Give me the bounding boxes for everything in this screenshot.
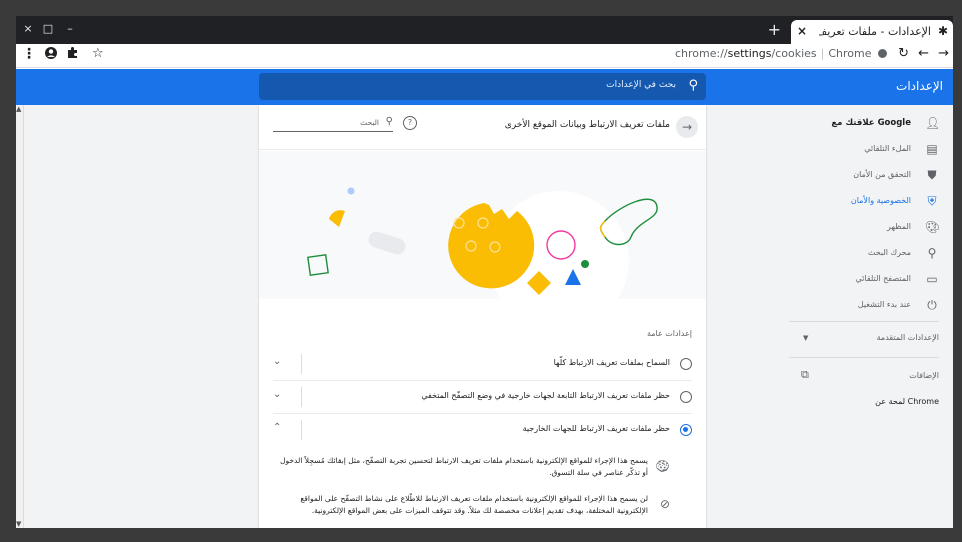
sidebar-item-autofill[interactable]: ▤ الملء التلقائي bbox=[793, 137, 953, 163]
palette-icon: 🎨︎ bbox=[925, 220, 941, 234]
sidebar: 👤︎ علاقتك مع Google ▤ الملء التلقائي ⛊ ا… bbox=[789, 105, 953, 528]
browser-window: × □ – + × الإعدادات - ملفات تعريف الارتب… bbox=[16, 16, 953, 528]
settings-header: ⚲ بحث في الإعدادات الإعدادات bbox=[16, 69, 953, 105]
back-icon[interactable]: ← bbox=[918, 46, 929, 61]
search-icon: ⚲ bbox=[927, 246, 937, 260]
search-icon: ⚲ bbox=[688, 78, 698, 93]
detail-text: يسمح هذا الإجراء للمواقع الإلكترونية باس… bbox=[280, 456, 648, 477]
screen-frame: × □ – + × الإعدادات - ملفات تعريف الارتب… bbox=[0, 0, 962, 542]
power-icon: ⏻ bbox=[927, 298, 937, 312]
forward-icon[interactable]: → bbox=[938, 46, 949, 61]
sidebar-item-google[interactable]: 👤︎ علاقتك مع Google bbox=[793, 111, 953, 137]
settings-search-input[interactable]: ⚲ بحث في الإعدادات bbox=[259, 73, 706, 100]
sidebar-divider bbox=[789, 321, 939, 322]
profile-icon[interactable] bbox=[44, 46, 58, 64]
chevron-down-icon[interactable]: ⌄ bbox=[273, 356, 281, 367]
sidebar-item-search-engine[interactable]: ⚲ محرك البحث bbox=[793, 241, 953, 267]
url-path: settings bbox=[727, 47, 772, 60]
option-label: حظر ملفات تعريف الارتباط للجهات الخارجية bbox=[522, 424, 670, 433]
radio-button[interactable] bbox=[680, 391, 692, 403]
option-allow-all[interactable]: السماح بملفات تعريف الارتباط كلّها ⌄ bbox=[259, 348, 706, 380]
extensions-icon[interactable] bbox=[66, 46, 79, 63]
tab-settings[interactable]: × الإعدادات - ملفات تعريف الارتباط ✱ bbox=[791, 20, 953, 44]
tab-title: الإعدادات - ملفات تعريف الارتباط bbox=[819, 25, 931, 38]
chrome-label: Chrome bbox=[828, 47, 872, 60]
card-header: → ملفات تعريف الارتباط وبيانات الموقع ال… bbox=[259, 105, 706, 150]
sidebar-item-label: الملء التلقائي bbox=[864, 144, 911, 153]
extensions-label: الإضافات bbox=[909, 371, 939, 380]
url-suffix: /cookies bbox=[771, 47, 817, 60]
block-icon: ⊘ bbox=[659, 497, 670, 511]
search-icon: ⚲ bbox=[385, 116, 393, 127]
help-icon[interactable]: ? bbox=[403, 116, 417, 130]
person-icon: 👤︎ bbox=[925, 116, 941, 130]
cookie-icon: 🍪︎ bbox=[654, 459, 670, 473]
chevron-down-icon: ▼ bbox=[803, 334, 809, 342]
reload-icon[interactable]: ↻ bbox=[898, 46, 909, 61]
toolbar: ⋮ ☆ chrome://settings/cookies | Chrome ↻ ←… bbox=[16, 44, 953, 68]
sidebar-item-about[interactable]: لمحة عن Chrome bbox=[793, 391, 953, 413]
sidebar-item-extensions[interactable]: الإضافات ⧉ bbox=[793, 365, 953, 387]
sidebar-item-label: المتصفح التلقائي bbox=[855, 274, 912, 283]
address-bar[interactable]: chrome://settings/cookies | Chrome bbox=[675, 47, 887, 60]
scroll-down-icon[interactable]: ▼ bbox=[16, 520, 21, 528]
title-bar: × □ – + × الإعدادات - ملفات تعريف الارتب… bbox=[16, 16, 953, 44]
page-title: الإعدادات bbox=[896, 79, 943, 93]
divider bbox=[301, 354, 302, 374]
browser-icon: ▭ bbox=[926, 272, 938, 286]
menu-icon[interactable]: ⋮ bbox=[22, 46, 36, 62]
sidebar-divider bbox=[789, 357, 939, 358]
gear-icon: ✱ bbox=[937, 24, 948, 38]
divider bbox=[301, 387, 302, 407]
sidebar-item-safety-check[interactable]: ⛊ التحقق من الأمان bbox=[793, 163, 953, 189]
chrome-logo-icon bbox=[878, 49, 887, 58]
sidebar-item-label: التحقق من الأمان bbox=[853, 170, 911, 179]
advanced-label: الإعدادات المتقدمة bbox=[876, 333, 939, 342]
shield-icon: ⛨ bbox=[927, 194, 937, 208]
scrollbar[interactable]: ▲ ▼ bbox=[16, 105, 24, 528]
radio-button-selected[interactable] bbox=[680, 424, 692, 436]
option-label: حظر ملفات تعريف الارتباط التابعة لجهات خ… bbox=[421, 391, 670, 400]
card-title: ملفات تعريف الارتباط وبيانات الموقع الأخ… bbox=[504, 120, 670, 130]
url-prefix: chrome:// bbox=[674, 47, 728, 60]
window-minimize-button[interactable]: – bbox=[62, 22, 78, 35]
cookies-card: → ملفات تعريف الارتباط وبيانات الموقع ال… bbox=[259, 105, 706, 528]
divider bbox=[301, 420, 302, 440]
sidebar-item-label: علاقتك مع Google bbox=[831, 118, 911, 128]
sidebar-item-label: محرك البحث bbox=[867, 248, 911, 257]
sidebar-item-label: الخصوصية والأمان bbox=[850, 196, 911, 205]
site-search-placeholder: البحث bbox=[360, 118, 379, 127]
settings-body: ▲ ▼ 👤︎ علاقتك مع Google ▤ الملء التلقائي… bbox=[16, 105, 953, 528]
window-close-button[interactable]: × bbox=[20, 22, 36, 35]
scroll-up-icon[interactable]: ▲ bbox=[16, 105, 21, 113]
window-restore-button[interactable]: □ bbox=[40, 22, 56, 35]
sidebar-item-privacy[interactable]: ⛨ الخصوصية والأمان bbox=[793, 189, 953, 215]
sidebar-item-label: عند بدء التشغيل bbox=[857, 300, 911, 309]
new-tab-button[interactable]: + bbox=[768, 20, 781, 39]
chevron-up-icon[interactable]: ⌃ bbox=[273, 422, 281, 433]
detail-text: لن يسمح هذا الإجراء للمواقع الإلكترونية … bbox=[300, 494, 648, 515]
back-arrow-button[interactable]: → bbox=[676, 116, 698, 138]
sidebar-item-on-startup[interactable]: ⏻ عند بدء التشغيل bbox=[793, 293, 953, 319]
option-block-third-party[interactable]: حظر ملفات تعريف الارتباط للجهات الخارجية… bbox=[259, 414, 706, 446]
about-label: لمحة عن Chrome bbox=[875, 397, 939, 406]
sidebar-item-default-browser[interactable]: ▭ المتصفح التلقائي bbox=[793, 267, 953, 293]
cookies-illustration-art bbox=[307, 187, 658, 299]
option-label: السماح بملفات تعريف الارتباط كلّها bbox=[553, 358, 670, 367]
clipboard-icon: ▤ bbox=[926, 142, 938, 156]
radio-button[interactable] bbox=[680, 358, 692, 370]
cookies-illustration bbox=[259, 151, 706, 299]
sidebar-item-label: المظهر bbox=[887, 222, 911, 231]
sidebar-item-appearance[interactable]: 🎨︎ المظهر bbox=[793, 215, 953, 241]
sidebar-advanced[interactable]: الإعدادات المتقدمة ▼ bbox=[793, 327, 953, 349]
search-placeholder: بحث في الإعدادات bbox=[606, 80, 676, 90]
tab-close-icon[interactable]: × bbox=[797, 24, 807, 38]
shield-check-icon: ⛊ bbox=[927, 168, 937, 182]
site-search-input[interactable]: ⚲ البحث bbox=[273, 116, 393, 132]
option-block-incognito[interactable]: حظر ملفات تعريف الارتباط التابعة لجهات خ… bbox=[259, 381, 706, 413]
external-link-icon: ⧉ bbox=[801, 368, 809, 381]
general-settings-label: إعدادات عامة bbox=[646, 329, 692, 338]
bookmark-star-icon[interactable]: ☆ bbox=[92, 46, 104, 61]
chevron-down-icon[interactable]: ⌄ bbox=[273, 389, 281, 400]
